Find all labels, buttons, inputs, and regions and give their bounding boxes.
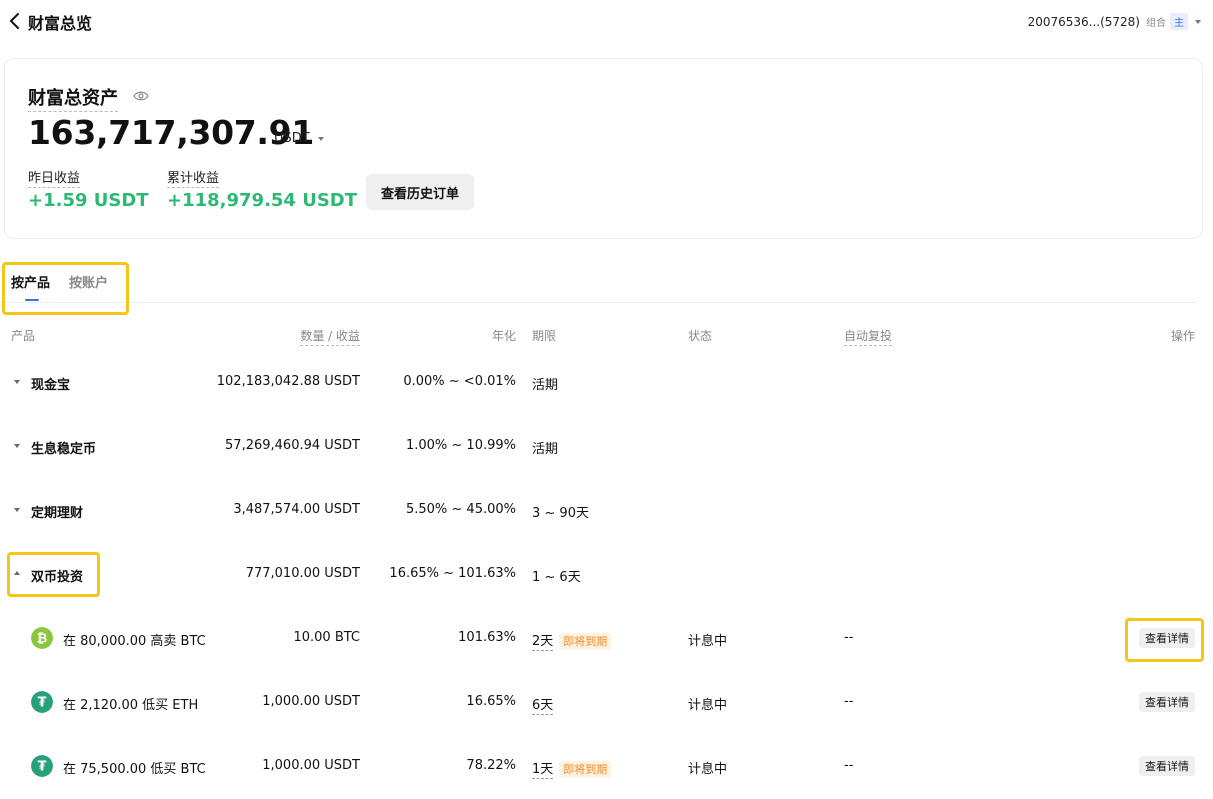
- group-amount: 102,183,042.88 USDT: [216, 374, 360, 389]
- total-asset-label: 财富总资产: [28, 84, 118, 112]
- group-apr: 16.65% ~ 101.63%: [389, 566, 516, 581]
- group-amount: 3,487,574.00 USDT: [233, 502, 360, 517]
- group-name: 定期理财: [31, 506, 84, 521]
- expand-icon[interactable]: [14, 444, 20, 448]
- unit-label: USDT: [274, 131, 310, 146]
- view-details-button[interactable]: 查看详情: [1139, 756, 1195, 776]
- item-apr: 16.65%: [466, 694, 516, 709]
- group-name: 双币投资: [31, 570, 84, 585]
- collapse-icon[interactable]: [14, 571, 20, 575]
- top-bar: 财富总览 20076536...(5728) 组合 主: [0, 0, 1213, 44]
- group-amount: 777,010.00 USDT: [245, 566, 360, 581]
- item-status: 计息中: [688, 634, 728, 649]
- chevron-down-icon: [1195, 19, 1201, 24]
- item-term: 2天 即将到期: [532, 630, 612, 651]
- page-title: 财富总览: [28, 14, 93, 33]
- group-term: 活期: [532, 378, 559, 393]
- account-tag: 组合: [1146, 18, 1166, 29]
- yesterday-earnings-value: +1.59 USDT: [28, 190, 149, 211]
- group-row-dual-investment[interactable]: 双币投资 777,010.00 USDT 16.65% ~ 101.63% 1 …: [0, 542, 1213, 606]
- item-term-value: 6天: [532, 698, 554, 715]
- group-name: 生息稳定币: [31, 442, 97, 457]
- view-tabs: 按产品 按账户: [0, 262, 1196, 303]
- item-status: 计息中: [688, 762, 728, 777]
- group-apr: 1.00% ~ 10.99%: [405, 438, 516, 453]
- item-name: 在 75,500.00 低买 BTC: [63, 762, 206, 777]
- expand-icon[interactable]: [14, 508, 20, 512]
- item-amount: 10.00 BTC: [293, 630, 360, 645]
- item-apr: 78.22%: [466, 758, 516, 773]
- bitcoin-icon: ₿: [31, 627, 53, 649]
- table-row: ₮ 在 75,500.00 低买 BTC 1,000.00 USDT 78.22…: [0, 734, 1213, 798]
- item-amount: 1,000.00 USDT: [262, 758, 360, 773]
- view-details-button[interactable]: 查看详情: [1139, 692, 1195, 712]
- item-amount: 1,000.00 USDT: [262, 694, 360, 709]
- total-asset-value: 163,717,307.91: [28, 113, 314, 152]
- header-product: 产品: [11, 329, 36, 343]
- tether-icon: ₮: [31, 755, 53, 777]
- asset-summary-card: 财富总资产 163,717,307.91 USDT 昨日收益 +1.59 USD…: [4, 58, 1203, 239]
- unit-selector[interactable]: USDT: [274, 131, 324, 146]
- group-apr: 5.50% ~ 45.00%: [405, 502, 516, 517]
- group-row-fixed-term[interactable]: 定期理财 3,487,574.00 USDT 5.50% ~ 45.00% 3 …: [0, 478, 1213, 542]
- yesterday-earnings: 昨日收益 +1.59 USDT: [28, 167, 149, 211]
- group-row-stablecoin[interactable]: 生息稳定币 57,269,460.94 USDT 1.00% ~ 10.99% …: [0, 414, 1213, 478]
- group-term: 1 ~ 6天: [532, 570, 581, 585]
- account-badge: 主: [1170, 13, 1188, 30]
- item-term: 6天: [532, 694, 554, 715]
- active-tab-indicator: [25, 299, 39, 301]
- cumulative-earnings-label: 累计收益: [167, 167, 220, 188]
- header-status: 状态: [688, 329, 713, 343]
- header-action: 操作: [1170, 329, 1195, 343]
- expand-icon[interactable]: [14, 380, 20, 384]
- item-term: 1天 即将到期: [532, 758, 612, 779]
- item-status: 计息中: [688, 698, 728, 713]
- chevron-left-icon[interactable]: [8, 12, 22, 30]
- group-amount: 57,269,460.94 USDT: [225, 438, 360, 453]
- group-term: 活期: [532, 442, 559, 457]
- item-auto-reinvest: --: [844, 630, 854, 645]
- yesterday-earnings-label: 昨日收益: [28, 167, 81, 188]
- account-switcher[interactable]: 20076536...(5728) 组合 主: [1028, 13, 1201, 30]
- svg-text:₮: ₮: [37, 760, 46, 775]
- item-term-value: 2天: [532, 634, 554, 651]
- account-id: 20076536...(5728): [1027, 14, 1140, 29]
- cumulative-earnings: 累计收益 +118,979.54 USDT: [167, 167, 357, 211]
- cumulative-earnings-value: +118,979.54 USDT: [167, 190, 358, 211]
- item-auto-reinvest: --: [844, 758, 854, 773]
- item-auto-reinvest: --: [844, 694, 854, 709]
- table-row: ₿ 在 80,000.00 高卖 BTC 10.00 BTC 101.63% 2…: [0, 606, 1213, 670]
- eye-icon[interactable]: [133, 90, 149, 102]
- svg-text:₿: ₿: [37, 632, 48, 647]
- header-amount: 数量 / 收益: [300, 327, 360, 346]
- tab-by-account[interactable]: 按账户: [69, 272, 108, 291]
- view-history-orders-button[interactable]: 查看历史订单: [366, 174, 474, 210]
- chevron-down-icon: [317, 136, 324, 141]
- group-term: 3 ~ 90天: [532, 506, 589, 521]
- item-name: 在 2,120.00 低买 ETH: [63, 698, 199, 713]
- group-apr: 0.00% ~ <0.01%: [403, 374, 516, 389]
- expiring-badge: 即将到期: [559, 633, 612, 650]
- table-row: ₮ 在 2,120.00 低买 ETH 1,000.00 USDT 16.65%…: [0, 670, 1213, 734]
- group-name: 现金宝: [31, 378, 71, 393]
- header-auto-reinvest: 自动复投: [844, 327, 893, 346]
- tab-by-product[interactable]: 按产品: [11, 272, 50, 291]
- item-name: 在 80,000.00 高卖 BTC: [63, 634, 206, 649]
- item-term-value: 1天: [532, 762, 554, 779]
- header-apr: 年化: [491, 329, 516, 343]
- item-apr: 101.63%: [458, 630, 516, 645]
- tether-icon: ₮: [31, 691, 53, 713]
- header-term: 期限: [532, 329, 557, 343]
- group-row-cash[interactable]: 现金宝 102,183,042.88 USDT 0.00% ~ <0.01% 活…: [0, 350, 1213, 414]
- view-details-button[interactable]: 查看详情: [1139, 628, 1195, 648]
- svg-text:₮: ₮: [37, 696, 46, 711]
- expiring-badge: 即将到期: [559, 761, 612, 778]
